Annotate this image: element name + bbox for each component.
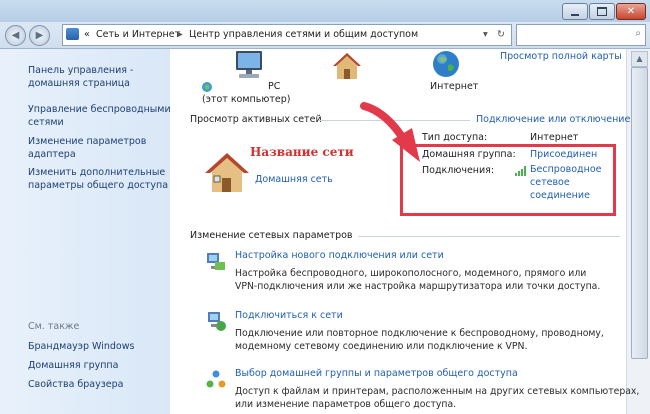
- task-new-connection-desc-2: VPN-подключения или же настройка маршрут…: [235, 281, 601, 292]
- see-also-homegroup[interactable]: Домашняя группа: [28, 360, 178, 373]
- sidebar-item-wireless[interactable]: Управление беспроводными сетями: [28, 104, 178, 129]
- access-type-label: Тип доступа:: [422, 132, 488, 143]
- connect-disconnect-link[interactable]: Подключение или отключение: [476, 114, 630, 125]
- connect-network-icon: [205, 310, 227, 332]
- control-panel-icon: [66, 28, 79, 40]
- globe-icon: [432, 50, 460, 78]
- task-homegroup-desc-2: или изменение параметров общего доступа.: [235, 399, 457, 410]
- sidebar: Панель управления - домашняя страница Уп…: [0, 49, 171, 414]
- address-bar-area: ◀ ▶ « Сеть и Интернет ▸ Центр управления…: [0, 22, 650, 49]
- annotation-arrow: [360, 100, 430, 170]
- homegroup-icon: [205, 369, 227, 391]
- scrollbar[interactable]: ▲: [626, 49, 650, 414]
- pc-sublabel: (этот компьютер): [202, 94, 291, 105]
- see-also-firewall[interactable]: Брандмауэр Windows: [28, 341, 178, 354]
- address-field[interactable]: « Сеть и Интернет ▸ Центр управления сет…: [62, 24, 512, 46]
- breadcrumb-overflow[interactable]: «: [84, 29, 90, 40]
- house-icon: [204, 152, 250, 194]
- forward-button[interactable]: ▶: [29, 25, 50, 46]
- breadcrumb-network-center[interactable]: Центр управления сетями и общим доступом: [189, 29, 418, 40]
- back-arrow-icon: ◀: [11, 30, 20, 41]
- maximize-button[interactable]: [589, 3, 615, 20]
- see-also-browser[interactable]: Свойства браузера: [28, 379, 178, 392]
- annotation-highlight-box: [400, 144, 616, 216]
- divider: [358, 236, 620, 237]
- task-connect-desc-2: модемному сетевому соединению или подклю…: [235, 341, 528, 352]
- task-connect-link[interactable]: Подключиться к сети: [235, 310, 343, 321]
- computer-icon: [233, 51, 267, 81]
- search-input[interactable]: ⌕: [516, 24, 646, 46]
- access-type-value: Интернет: [530, 132, 579, 143]
- task-homegroup-link[interactable]: Выбор домашней группы и параметров общег…: [235, 368, 518, 379]
- minimize-icon: [571, 13, 579, 16]
- full-map-link[interactable]: Просмотр полной карты: [500, 51, 622, 62]
- breadcrumb-network-internet[interactable]: Сеть и Интернет: [96, 29, 180, 40]
- task-connect-desc-1: Подключение или повторное подключение к …: [235, 328, 604, 339]
- forward-arrow-icon: ▶: [35, 30, 44, 41]
- sidebar-item-home[interactable]: Панель управления - домашняя страница: [28, 65, 178, 90]
- minimize-button[interactable]: [562, 3, 588, 20]
- pc-label: PC: [268, 81, 281, 92]
- network-type-link[interactable]: Домашняя сеть: [255, 174, 333, 185]
- task-new-connection-desc-1: Настройка беспроводного, широкополосного…: [235, 268, 587, 279]
- sidebar-item-sharing[interactable]: Изменить дополнительные параметры общего…: [28, 167, 178, 192]
- home-network-icon: [332, 51, 362, 81]
- search-icon: ⌕: [635, 28, 641, 39]
- network-name-annotation: Название сети: [250, 145, 354, 159]
- maximize-icon: [597, 7, 607, 16]
- network-adapter-icon: [201, 81, 213, 93]
- active-networks-header: Просмотр активных сетей: [190, 114, 322, 125]
- scroll-thumb[interactable]: [631, 67, 648, 359]
- sidebar-item-adapter[interactable]: Изменение параметров адаптера: [28, 136, 178, 161]
- change-settings-header: Изменение сетевых параметров: [190, 230, 353, 241]
- task-homegroup-desc-1: Доступ к файлам и принтерам, расположенн…: [235, 386, 640, 397]
- back-button[interactable]: ◀: [5, 25, 26, 46]
- title-bar: [0, 0, 650, 22]
- refresh-icon[interactable]: ↻: [497, 29, 505, 40]
- breadcrumb-separator: ▸: [178, 29, 183, 40]
- chevron-down-icon[interactable]: ▾: [483, 29, 488, 40]
- scroll-up-button[interactable]: ▲: [631, 51, 648, 67]
- new-connection-icon: [205, 250, 227, 272]
- close-icon: ✕: [626, 5, 636, 17]
- see-also-label: См. также: [28, 321, 80, 332]
- internet-label: Интернет: [430, 81, 479, 92]
- task-new-connection-link[interactable]: Настройка нового подключения или сети: [235, 250, 444, 261]
- close-button[interactable]: ✕: [616, 3, 646, 20]
